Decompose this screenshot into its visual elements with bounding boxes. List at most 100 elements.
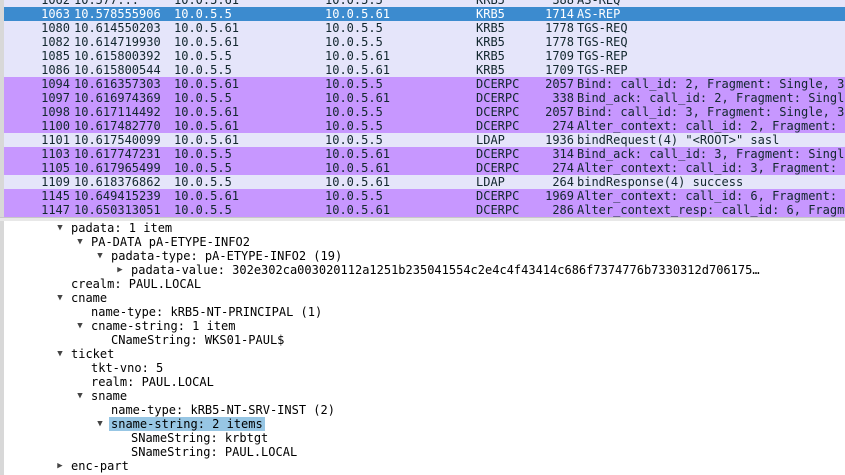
tree-node[interactable]: ▼ cname-string: 1 item [4,319,845,333]
tree-node[interactable]: name-type: kRB5-NT-PRINCIPAL (1) [4,305,845,319]
packet-protocol: DCERPC [476,189,520,203]
tree-node[interactable]: name-type: kRB5-NT-SRV-INST (2) [4,403,845,417]
tree-node-label: name-type: kRB5-NT-SRV-INST (2) [111,403,335,417]
packet-row[interactable]: 1100 10.617482770 10.0.5.61 10.0.5.5 DCERPC 2… [4,119,845,133]
tree-node[interactable]: ▼ padata-type: pA-ETYPE-INFO2 (19) [4,249,845,263]
tree-node[interactable]: ▼ padata: 1 item [4,221,845,235]
packet-time: 10.616974369 [74,91,161,105]
packet-source: 10.0.5.61 [174,119,240,133]
chevron-right-icon[interactable]: ▶ [114,263,126,277]
packet-row[interactable]: 1101 10.617540099 10.0.5.61 10.0.5.5 LDAP 193… [4,133,845,147]
tree-node[interactable]: ▼ cname [4,291,845,305]
chevron-down-icon[interactable]: ▼ [54,291,66,305]
packet-row[interactable]: 1080 10.614550203 10.0.5.61 10.0.5.5 KRB5 177… [4,21,845,35]
tree-node[interactable]: SNameString: krbtgt [4,431,845,445]
packet-info: AS-REP [577,7,621,21]
packet-destination: 10.0.5.5 [325,0,383,7]
packet-source: 10.0.5.61 [174,21,240,35]
packet-row[interactable]: 1103 10.617747231 10.0.5.5 10.0.5.61 DCERPC 3… [4,147,845,161]
packet-source: 10.0.5.61 [174,189,240,203]
chevron-down-icon[interactable]: ▼ [74,319,86,333]
packet-number: 1098 [41,105,70,119]
chevron-down-icon[interactable]: ▼ [54,221,66,235]
tree-node[interactable]: SNameString: PAUL.LOCAL [4,445,845,459]
packet-protocol: DCERPC [476,119,520,133]
packet-info: bindRequest(4) "<ROOT>" sasl [577,133,780,147]
packet-source: 10.0.5.5 [174,63,232,77]
tree-node[interactable]: CNameString: WKS01-PAUL$ [4,333,845,347]
packet-time: 10.616357303 [74,77,161,91]
tree-node[interactable]: ▼ sname [4,389,845,403]
packet-protocol: KRB5 [476,63,505,77]
packet-number: 1100 [41,119,70,133]
tree-node-label-selected: sname-string: 2 items [109,417,265,431]
packet-row[interactable]: 1094 10.616357303 10.0.5.61 10.0.5.5 DCERPC 2… [4,77,845,91]
tree-node-label: tkt-vno: 5 [91,361,164,375]
packet-row[interactable]: 1105 10.617965499 10.0.5.5 10.0.5.61 DCERPC 2… [4,161,845,175]
tree-node-label: realm: PAUL.LOCAL [91,375,214,389]
packet-source: 10.0.5.5 [174,49,232,63]
chevron-down-icon[interactable]: ▼ [54,347,66,361]
packet-row[interactable]: 1147 10.650313051 10.0.5.5 10.0.5.61 DCERPC 2… [4,203,845,217]
packet-protocol: LDAP [476,133,505,147]
packet-details-tree[interactable]: ▼ padata: 1 item ▼ PA-DATA pA-ETYPE-INFO2 ▼ p… [0,221,845,475]
packet-info: AS-REQ [577,0,621,7]
packet-protocol: DCERPC [476,77,520,91]
packet-info: TGS-REQ [577,21,628,35]
tree-node[interactable]: ▼ sname-string: 2 items [4,417,845,431]
packet-source: 10.0.5.5 [174,7,232,21]
packet-source: 10.0.5.5 [174,147,232,161]
chevron-down-icon[interactable]: ▼ [94,249,106,263]
packet-row[interactable]: 1098 10.617114492 10.0.5.61 10.0.5.5 DCERPC 2… [4,105,845,119]
packet-number: 1109 [41,175,70,189]
tree-node[interactable]: ▼ ticket [4,347,845,361]
tree-node-label: SNameString: PAUL.LOCAL [131,445,298,459]
chevron-down-icon[interactable]: ▼ [94,417,106,431]
tree-node[interactable]: tkt-vno: 5 [4,361,845,375]
tree-node-label: cname-string: 1 item [91,319,236,333]
packet-protocol: LDAP [476,175,505,189]
tree-node-label: ticket [71,347,115,361]
packet-number: 1103 [41,147,70,161]
tree-node[interactable]: realm: PAUL.LOCAL [4,375,845,389]
packet-protocol: KRB5 [476,21,505,35]
packet-protocol: DCERPC [476,91,520,105]
packet-number: 1097 [41,91,70,105]
chevron-down-icon[interactable]: ▼ [74,235,86,249]
tree-node-label: PA-DATA pA-ETYPE-INFO2 [91,235,250,249]
packet-list[interactable]: 1062 10.577... 10.0.5.61 10.0.5.5 KRB5 388 AS-… [0,0,845,217]
packet-info: Bind: call_id: 3, Fragment: Single, 3 [577,105,845,119]
packet-destination: 10.0.5.61 [325,175,391,189]
packet-length: 1778 [545,35,574,49]
chevron-down-icon[interactable]: ▼ [74,389,86,403]
packet-destination: 10.0.5.61 [325,63,391,77]
packet-info: Bind: call_id: 2, Fragment: Single, 3 [577,77,845,91]
packet-length: 1969 [545,189,574,203]
packet-row[interactable]: 1086 10.615800544 10.0.5.5 10.0.5.61 KRB5 170… [4,63,845,77]
packet-protocol: DCERPC [476,147,520,161]
chevron-right-icon[interactable]: ▶ [54,459,66,473]
packet-protocol: KRB5 [476,49,505,63]
packet-info: Bind_ack: call_id: 2, Fragment: Single [577,91,845,105]
packet-time: 10.615800392 [74,49,161,63]
tree-node[interactable]: ▶ enc-part [4,459,845,473]
packet-row[interactable]: 1063 10.578555906 10.0.5.5 10.0.5.61 KRB5 171… [4,7,845,21]
packet-row[interactable]: 1082 10.614719930 10.0.5.61 10.0.5.5 KRB5 177… [4,35,845,49]
packet-row[interactable]: 1097 10.616974369 10.0.5.5 10.0.5.61 DCERPC 3… [4,91,845,105]
packet-time: 10.617114492 [74,105,161,119]
packet-protocol: DCERPC [476,161,520,175]
packet-length: 1709 [545,63,574,77]
packet-destination: 10.0.5.5 [325,119,383,133]
tree-node-label: sname [91,389,128,403]
packet-row[interactable]: 1109 10.618376862 10.0.5.5 10.0.5.61 LDAP 264… [4,175,845,189]
tree-node[interactable]: ▶ padata-value: 302e302ca003020112a1251b2… [4,263,845,277]
tree-node[interactable]: crealm: PAUL.LOCAL [4,277,845,291]
packet-info: Alter_context_resp: call_id: 6, Fragme [577,203,845,217]
packet-row[interactable]: 1062 10.577... 10.0.5.61 10.0.5.5 KRB5 388 AS-… [4,0,845,7]
tree-node-label: CNameString: WKS01-PAUL$ [111,333,285,347]
tree-node[interactable]: ▼ PA-DATA pA-ETYPE-INFO2 [4,235,845,249]
packet-row[interactable]: 1085 10.615800392 10.0.5.5 10.0.5.61 KRB5 170… [4,49,845,63]
packet-row[interactable]: 1145 10.649415239 10.0.5.61 10.0.5.5 DCERPC 1… [4,189,845,203]
packet-protocol: DCERPC [476,203,520,217]
packet-length: 1714 [545,7,574,21]
